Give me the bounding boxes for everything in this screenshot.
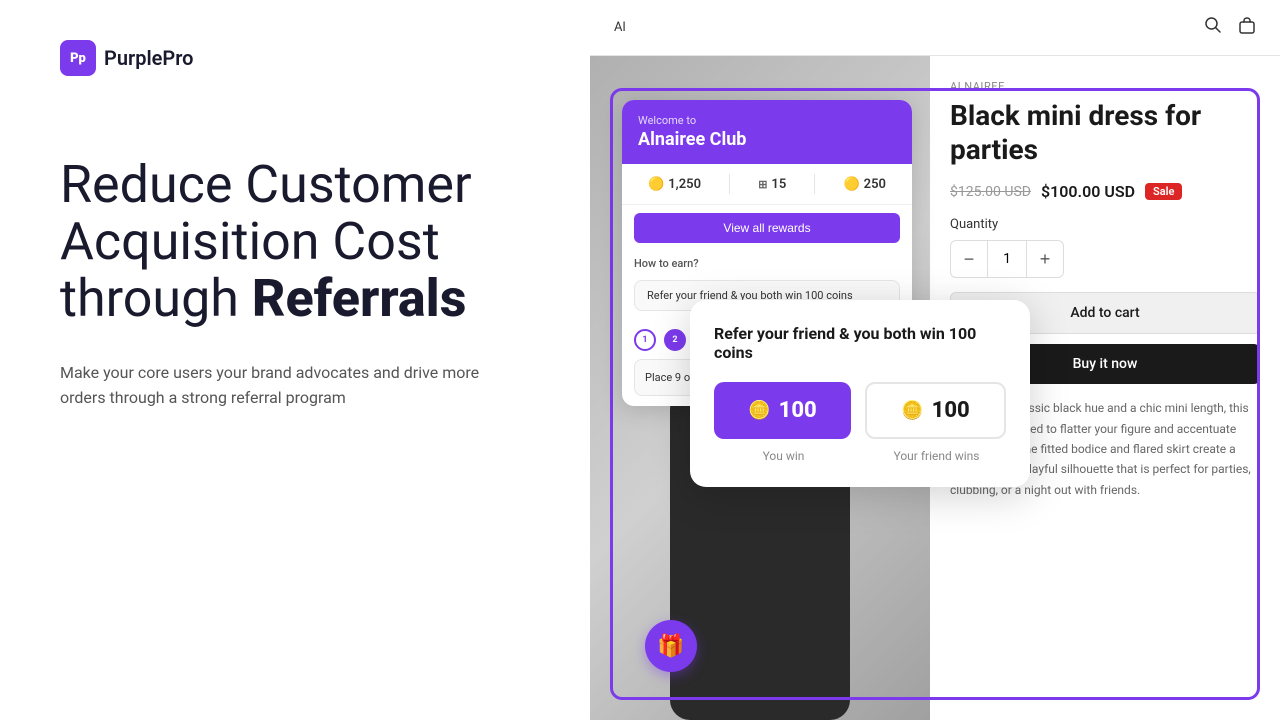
hero-subtext: Make your core users your brand advocate… (60, 360, 500, 411)
heading-line3-prefix: through (60, 268, 252, 329)
friend-wins-card: 🪙 100 (865, 382, 1006, 439)
step-1: 1 (634, 329, 656, 351)
bag-icon[interactable] (1238, 16, 1256, 39)
original-price: $125.00 USD (950, 184, 1031, 200)
widget-club-name: Alnairee Club (638, 129, 896, 150)
quantity-label: Quantity (950, 217, 1260, 232)
quantity-plus-button[interactable]: + (1027, 241, 1063, 277)
nav-item-al: Al (614, 20, 626, 35)
coin-stat-icon: 🟡 (648, 177, 664, 192)
widget-welcome-label: Welcome to (638, 114, 896, 127)
heading-line1: Reduce Customer (60, 154, 472, 215)
stat-coins-value: 1,250 (668, 177, 701, 192)
quantity-control: − 1 + (950, 240, 1064, 278)
logo-area: Pp PurplePro (60, 40, 530, 76)
you-win-coin-icon: 🪙 (748, 400, 770, 421)
gift-fab-button[interactable]: 🎁 (645, 620, 697, 672)
price-area: $125.00 USD $100.00 USD Sale (950, 182, 1260, 201)
widget-stats: 🟡 1,250 ⊞ 15 🟡 250 (622, 164, 912, 205)
modal-title: Refer your friend & you both win 100 coi… (714, 324, 1006, 362)
gift-fab-icon: 🎁 (657, 634, 684, 659)
stamp-stat-icon: ⊞ (758, 178, 767, 191)
sale-badge: Sale (1145, 183, 1182, 200)
heading-line2: Acquisition Cost (60, 211, 440, 272)
widget-header: Welcome to Alnairee Club (622, 100, 912, 164)
stat-stamps: ⊞ 15 (758, 177, 786, 192)
product-title: Black mini dress for parties (950, 99, 1260, 166)
heading-referrals: Referrals (252, 268, 467, 329)
coin-labels: You win Your friend wins (714, 443, 1006, 463)
referral-modal: Refer your friend & you both win 100 coi… (690, 300, 1030, 487)
left-panel: Pp PurplePro Reduce Customer Acquisition… (0, 0, 590, 720)
how-to-earn-label: How to earn? (622, 251, 912, 276)
stat-divider-2 (814, 174, 815, 194)
step-2: 2 (664, 329, 686, 351)
product-brand: ALNAIREE (950, 80, 1260, 93)
shopify-header: Al (590, 0, 1280, 56)
logo-text: PurplePro (104, 46, 193, 70)
hero-heading: Reduce Customer Acquisition Cost through… (60, 156, 530, 328)
stat-gift: 🟡 250 (843, 177, 885, 192)
quantity-value: 1 (987, 241, 1027, 277)
shopify-nav: Al (614, 20, 626, 35)
friend-wins-value: 100 (932, 398, 970, 423)
view-rewards-button[interactable]: View all rewards (634, 213, 900, 243)
shopify-nav-icons (1204, 16, 1256, 39)
you-win-label: You win (714, 449, 853, 463)
quantity-minus-button[interactable]: − (951, 241, 987, 277)
friend-coin-icon: 🪙 (901, 400, 923, 421)
search-icon[interactable] (1204, 16, 1222, 39)
you-win-value: 100 (779, 398, 817, 423)
you-win-card: 🪙 100 (714, 382, 851, 439)
stat-stamps-value: 15 (771, 177, 786, 192)
stat-coins: 🟡 1,250 (648, 177, 701, 192)
logo-initials: Pp (70, 51, 86, 66)
sale-price: $100.00 USD (1041, 182, 1135, 201)
friend-wins-label: Your friend wins (867, 449, 1006, 463)
stat-divider-1 (729, 174, 730, 194)
right-panel: Al (590, 0, 1280, 720)
coins-row: 🪙 100 🪙 100 (714, 382, 1006, 439)
logo-icon: Pp (60, 40, 96, 76)
gift-stat-icon: 🟡 (843, 177, 859, 192)
stat-gift-value: 250 (864, 177, 886, 192)
